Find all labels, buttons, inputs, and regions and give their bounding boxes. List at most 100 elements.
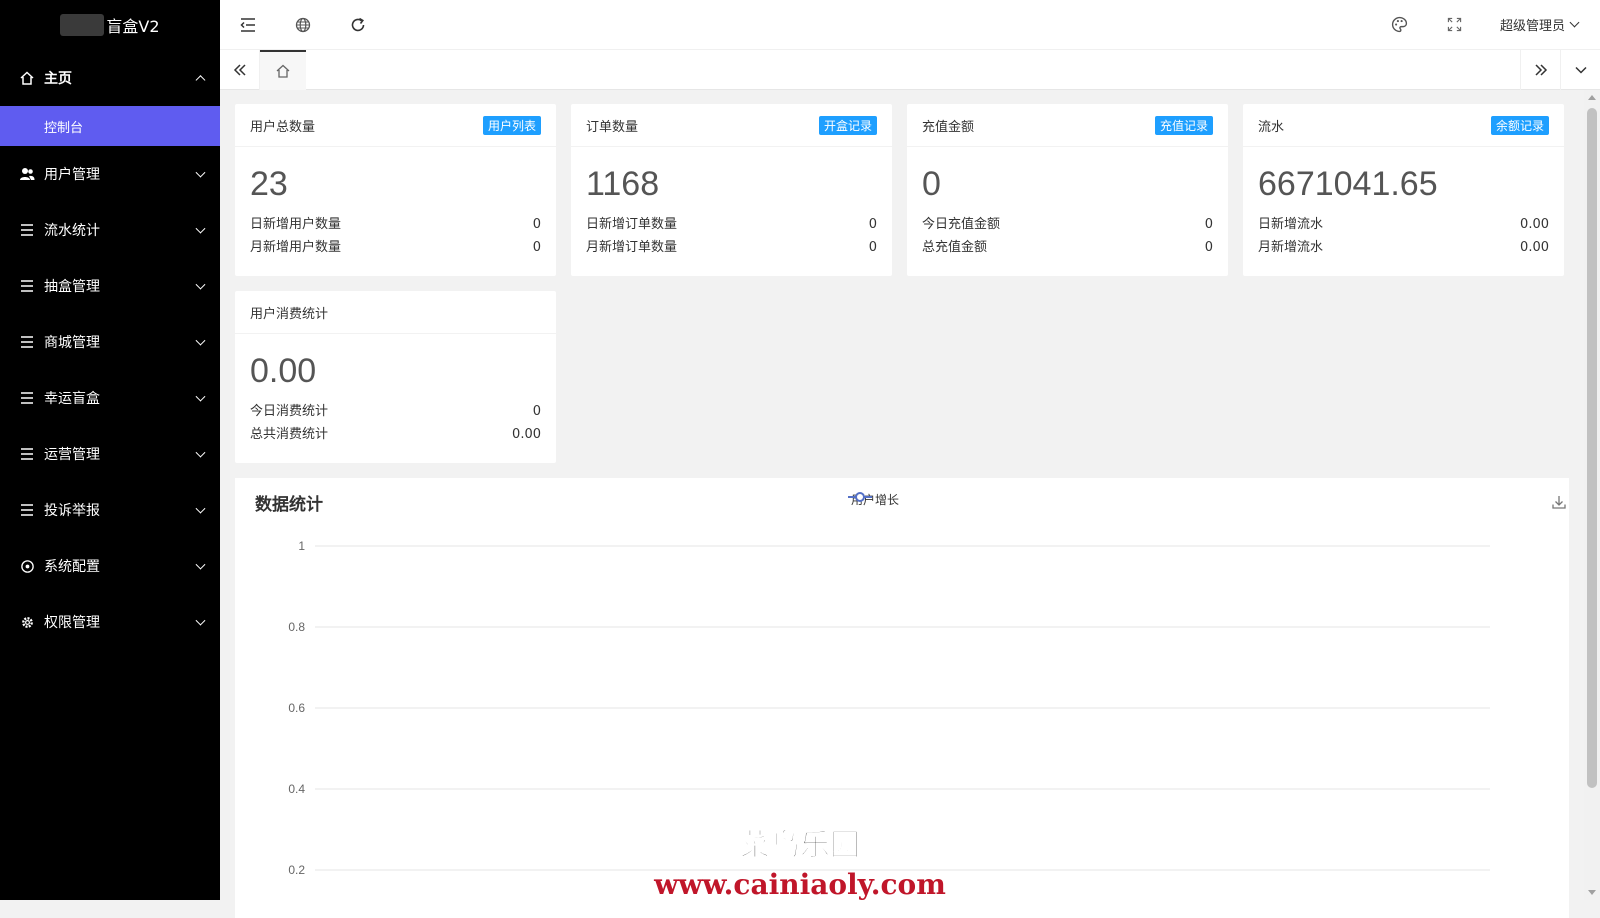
- list-icon: [18, 445, 36, 463]
- stat-cards: 用户总数量 用户列表 23 日新增用户数量 0 月新增用户数量 0 订单数量 开盒记…: [235, 104, 1569, 463]
- card-header: 订单数量 开盒记录: [571, 104, 892, 147]
- chevron-down-icon: [1569, 17, 1580, 28]
- card-row: 今日消费统计 0: [250, 400, 541, 423]
- scroll-thumb[interactable]: [1587, 108, 1597, 788]
- card-value: 6671041.65: [1258, 165, 1438, 203]
- stat-card-consumption: 用户消费统计 0.00 今日消费统计 0 总共消费统计 0.00: [235, 291, 556, 463]
- user-name: 超级管理员: [1499, 19, 1565, 34]
- globe-icon[interactable]: [275, 0, 330, 50]
- row-label: 日新增流水: [1258, 217, 1324, 232]
- card-title: 流水: [1258, 119, 1285, 135]
- users-icon: [18, 165, 36, 183]
- row-value: 0: [532, 404, 541, 419]
- sidebar-item-mall[interactable]: 商城管理: [0, 314, 220, 370]
- y-tick-label: 0.8: [288, 620, 305, 634]
- chevron-down-icon: [195, 559, 206, 570]
- tabs-menu-icon[interactable]: [1560, 49, 1600, 90]
- sidebar-item-system-config[interactable]: 系统配置: [0, 538, 220, 594]
- sidebar-item-box-draw[interactable]: 抽盒管理: [0, 258, 220, 314]
- card-header: 用户消费统计: [235, 291, 556, 334]
- sidebar-item-lucky-box[interactable]: 幸运盲盒: [0, 370, 220, 426]
- card-value: 1168: [586, 165, 660, 203]
- row-value: 0: [532, 240, 541, 255]
- chevron-down-icon: [195, 503, 206, 514]
- chevron-up-icon: [195, 75, 206, 86]
- refresh-icon[interactable]: [330, 0, 385, 50]
- logo[interactable]: 盲盒V2: [0, 0, 220, 50]
- card-title: 用户总数量: [250, 119, 316, 135]
- tab-home[interactable]: [260, 49, 306, 90]
- recharge-records-badge[interactable]: 充值记录: [1154, 115, 1213, 135]
- card-value: 23: [250, 165, 288, 203]
- row-value: 0.00: [1520, 217, 1549, 232]
- y-tick-label: 0.6: [288, 701, 305, 715]
- menu-toggle-icon[interactable]: [220, 0, 275, 50]
- card-row: 月新增订单数量 0: [586, 236, 877, 259]
- row-label: 今日消费统计: [250, 404, 329, 419]
- card-row: 月新增流水 0.00: [1258, 236, 1549, 259]
- row-label: 总充值金额: [922, 240, 988, 255]
- sidebar-item-users[interactable]: 用户管理: [0, 146, 220, 202]
- user-list-badge[interactable]: 用户列表: [482, 115, 541, 135]
- y-tick-label: 0.4: [288, 782, 305, 796]
- sidebar-item-operations[interactable]: 运营管理: [0, 426, 220, 482]
- page-scrollbar[interactable]: [1584, 90, 1600, 900]
- scroll-down-arrow-icon[interactable]: [1588, 890, 1596, 895]
- tab-bar: [220, 49, 1600, 90]
- theme-palette-icon[interactable]: [1372, 0, 1427, 50]
- card-row: 今日充值金额 0: [922, 213, 1213, 236]
- balance-records-badge[interactable]: 余额记录: [1490, 115, 1549, 135]
- home-icon: [276, 64, 290, 78]
- row-label: 月新增订单数量: [586, 240, 678, 255]
- sidebar-item-label: 幸运盲盒: [44, 391, 100, 407]
- chevron-down-icon: [195, 223, 206, 234]
- sidebar-item-home[interactable]: 主页: [0, 50, 220, 106]
- open-box-records-badge[interactable]: 开盒记录: [818, 115, 877, 135]
- sidebar-item-complaints[interactable]: 投诉举报: [0, 482, 220, 538]
- list-icon: [18, 277, 36, 295]
- chevron-down-icon: [195, 391, 206, 402]
- row-value: 0: [868, 217, 877, 232]
- sidebar-item-label: 商城管理: [44, 335, 100, 351]
- row-label: 今日充值金额: [922, 217, 1001, 232]
- row-value: 0: [868, 240, 877, 255]
- tabs-scroll-left-icon[interactable]: [220, 49, 260, 90]
- y-tick-label: 1: [298, 539, 305, 553]
- y-tick-label: 0.2: [288, 863, 305, 877]
- tabs-scroll-right-icon[interactable]: [1520, 49, 1560, 90]
- fullscreen-icon[interactable]: [1427, 0, 1482, 50]
- chevron-down-icon: [195, 615, 206, 626]
- card-value: 0: [922, 165, 941, 203]
- card-header: 用户总数量 用户列表: [235, 104, 556, 147]
- top-header: 超级管理员: [220, 0, 1600, 50]
- row-label: 月新增用户数量: [250, 240, 342, 255]
- row-value: 0.00: [512, 427, 541, 442]
- user-menu[interactable]: 超级管理员: [1482, 15, 1600, 34]
- card-value: 0.00: [250, 352, 317, 390]
- stat-card-recharge: 充值金额 充值记录 0 今日充值金额 0 总充值金额 0: [907, 104, 1228, 276]
- watermark-url: www.cainiaoly.com: [654, 868, 946, 901]
- sidebar-item-label: 系统配置: [44, 559, 100, 575]
- sidebar-item-flow-stats[interactable]: 流水统计: [0, 202, 220, 258]
- scroll-up-arrow-icon[interactable]: [1588, 95, 1596, 100]
- card-title: 订单数量: [586, 119, 639, 135]
- stat-card-orders: 订单数量 开盒记录 1168 日新增订单数量 0 月新增订单数量 0: [571, 104, 892, 276]
- card-row: 总充值金额 0: [922, 236, 1213, 259]
- card-row: 总共消费统计 0.00: [250, 423, 541, 446]
- card-row: 日新增订单数量 0: [586, 213, 877, 236]
- chevron-down-icon: [195, 167, 206, 178]
- card-row: 月新增用户数量 0: [250, 236, 541, 259]
- card-title: 用户消费统计: [250, 306, 329, 322]
- logo-text: 盲盒V2: [106, 17, 160, 36]
- sidebar-item-permissions[interactable]: 权限管理: [0, 594, 220, 650]
- watermark-title: 菜鸟乐园: [740, 828, 861, 864]
- row-value: 0: [532, 217, 541, 232]
- home-icon: [18, 69, 36, 87]
- sidebar-item-label: 主页: [44, 71, 72, 87]
- chevron-down-icon: [195, 335, 206, 346]
- card-header: 充值金额 充值记录: [907, 104, 1228, 147]
- row-label: 日新增订单数量: [586, 217, 678, 232]
- sidebar-subitem-console[interactable]: 控制台: [0, 106, 220, 146]
- chevron-down-icon: [195, 447, 206, 458]
- row-label: 月新增流水: [1258, 240, 1324, 255]
